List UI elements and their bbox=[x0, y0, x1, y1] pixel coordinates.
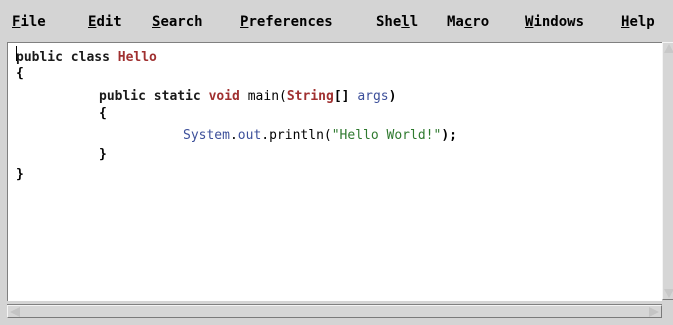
editor-frame: public class Hello { public static void … bbox=[4, 42, 673, 322]
menu-file[interactable]: File bbox=[12, 13, 46, 31]
code-keyword: public static bbox=[99, 89, 209, 104]
menu-edit-suffix: dit bbox=[96, 14, 122, 30]
menu-help-suffix: elp bbox=[629, 14, 655, 30]
code-type-string: String bbox=[286, 89, 334, 104]
code-line-6: } bbox=[99, 147, 107, 163]
menu-shell-suffix: l bbox=[409, 14, 419, 30]
menu-shell-prefix: She bbox=[376, 14, 402, 30]
menu-search[interactable]: Search bbox=[152, 13, 203, 31]
code-class-name: Hello bbox=[117, 50, 157, 65]
scroll-up-arrow-icon[interactable] bbox=[664, 44, 673, 53]
scroll-down-arrow-icon[interactable] bbox=[664, 289, 673, 298]
code-line-2: { bbox=[16, 66, 24, 82]
code-brace: } bbox=[16, 167, 24, 182]
horizontal-scrollbar[interactable] bbox=[7, 304, 662, 318]
menu-shell-mnemonic: l bbox=[401, 14, 410, 30]
menu-bar: File Edit Search Preferences Shell Macro… bbox=[0, 0, 673, 41]
scroll-right-arrow-icon[interactable] bbox=[649, 307, 659, 317]
code-field: out bbox=[237, 128, 262, 143]
code-terminator: ); bbox=[441, 128, 457, 143]
menu-help[interactable]: Help bbox=[621, 13, 655, 31]
code-keyword: public class bbox=[16, 50, 118, 65]
menu-macro[interactable]: Macro bbox=[447, 13, 489, 31]
vertical-scroll-thumb[interactable] bbox=[662, 42, 673, 300]
menu-windows[interactable]: Windows bbox=[525, 13, 584, 31]
menu-macro-prefix: Ma bbox=[447, 14, 464, 30]
code-editor[interactable]: public class Hello { public static void … bbox=[7, 42, 662, 301]
code-method: main( bbox=[239, 89, 287, 104]
menu-file-suffix: ile bbox=[20, 14, 46, 30]
menu-preferences-suffix: references bbox=[248, 14, 333, 30]
menu-search-suffix: earch bbox=[160, 14, 203, 30]
code-string: "Hello World!" bbox=[331, 128, 442, 143]
code-line-3: public static void main(String[] args) bbox=[99, 89, 396, 105]
horizontal-scroll-thumb[interactable] bbox=[7, 305, 662, 318]
vertical-scrollbar[interactable] bbox=[662, 42, 673, 300]
menu-macro-suffix: ro bbox=[472, 14, 490, 30]
code-line-5: System.out.println("Hello World!"); bbox=[183, 128, 457, 144]
code-object: System bbox=[183, 128, 230, 143]
code-brace: { bbox=[99, 106, 107, 121]
code-array-brackets: [] bbox=[333, 89, 358, 104]
menu-windows-suffix: indows bbox=[533, 14, 585, 30]
code-line-1: public class Hello bbox=[16, 50, 157, 66]
code-line-7: } bbox=[16, 167, 24, 183]
menu-shell[interactable]: Shell bbox=[376, 13, 418, 31]
menu-preferences[interactable]: Preferences bbox=[240, 13, 333, 31]
menu-edit[interactable]: Edit bbox=[88, 13, 122, 31]
code-brace: { bbox=[16, 66, 24, 81]
code-brace: } bbox=[99, 147, 107, 162]
code-paren: ) bbox=[388, 89, 397, 104]
scroll-left-arrow-icon[interactable] bbox=[10, 307, 20, 317]
scrollbar-corner bbox=[662, 304, 673, 318]
code-type-void: void bbox=[208, 89, 240, 104]
code-line-4: { bbox=[99, 106, 107, 122]
code-call: .println( bbox=[261, 128, 332, 143]
code-dot: . bbox=[229, 128, 238, 143]
code-arg: args bbox=[357, 89, 389, 104]
